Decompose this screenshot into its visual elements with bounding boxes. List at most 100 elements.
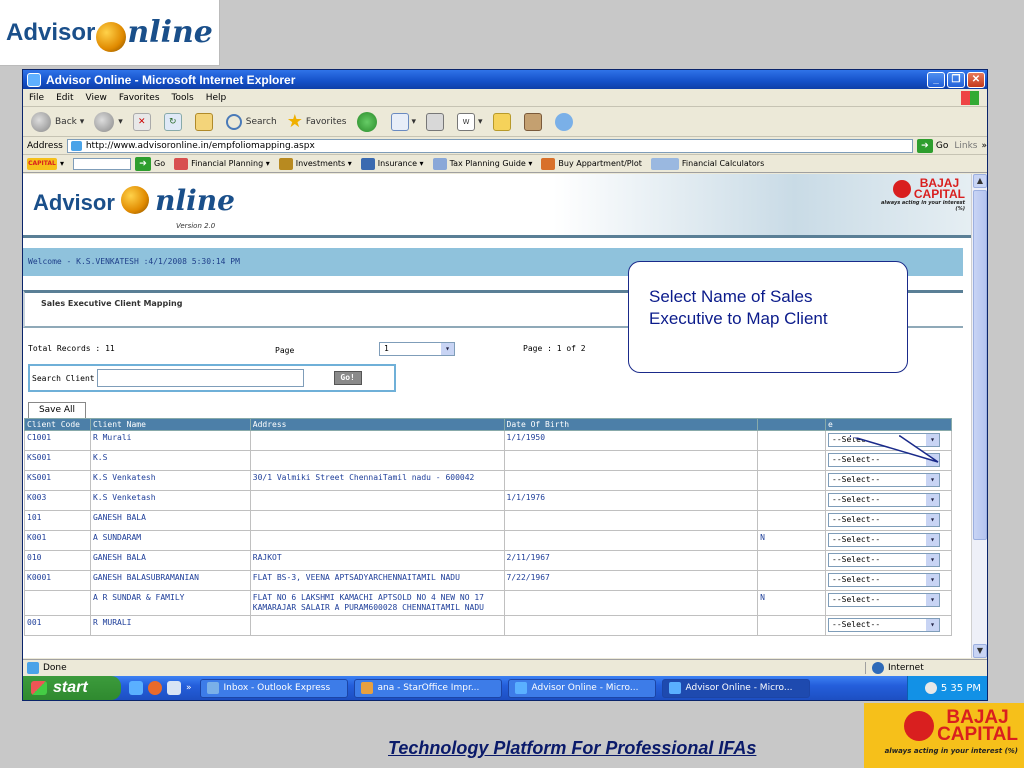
col-client-name[interactable]: Client Name [89,418,251,431]
status-done: Done [27,661,865,674]
menu-file[interactable]: File [29,93,44,103]
cell-client-code: KS001 [24,450,91,471]
sales-executive-select[interactable]: --Select-- [828,593,940,607]
staroffice-icon [360,682,373,694]
cell-flag [757,510,826,531]
sales-executive-select[interactable]: --Select-- [828,493,940,507]
links-search-input[interactable] [73,157,132,170]
sales-executive-select[interactable]: --Select-- [828,618,940,632]
cell-client-name: A R SUNDAR & FAMILY [89,590,251,616]
task-advisor-online-2[interactable]: Advisor Online - Micro... [661,678,810,698]
link-investments[interactable]: Investments ▾ [278,157,352,170]
internet-globe-icon [872,661,884,674]
history-button[interactable] [356,111,381,132]
outlook-icon [206,682,219,694]
ie-icon [514,682,527,694]
scroll-up-icon[interactable]: ▲ [973,174,987,188]
status-zone: Internet [865,661,987,674]
save-all-button[interactable]: Save All [28,402,86,418]
cell-flag [757,570,826,591]
investments-icon [278,157,293,170]
table-row: K003 K.S Venketash 1/1/1976 --Select-- [24,490,952,511]
sales-executive-select[interactable]: --Select-- [828,473,940,487]
print-button[interactable] [426,112,447,131]
logo-advisor-text: Advisor [6,18,96,46]
ie-quicklaunch-icon[interactable] [129,681,143,695]
cell-sales-executive: --Select-- [825,590,952,616]
col-client-code[interactable]: Client Code [24,418,91,431]
menu-bar: File Edit View Favorites Tools Help [23,89,987,107]
sales-executive-select[interactable]: --Select-- [828,513,940,527]
home-icon [194,112,213,131]
cell-client-code: K0001 [24,570,91,591]
bajaj-capital-logo: BAJAJ CAPITAL always acting in your inter… [875,177,965,212]
url-field[interactable]: http://www.advisoronline.in/empfoliomapp… [66,138,913,153]
link-financial-planning[interactable]: Financial Planning ▾ [174,157,270,170]
cell-address: FLAT BS-3, VEENA APTSADYARCHENNAITAMIL N… [249,570,505,591]
close-button[interactable]: ✕ [967,71,985,88]
table-row: A R SUNDAR & FAMILY FLAT NO 6 LAKSHMI KAM… [24,590,952,616]
page-select[interactable]: 1 [379,342,455,356]
links-brand[interactable]: CAPITAL ▾ [27,157,64,170]
link-insurance[interactable]: Insurance ▾ [360,157,424,170]
sales-executive-select[interactable]: --Select-- [828,553,940,567]
search-go-button[interactable]: Go! [333,371,362,385]
callout-line-1: Select Name of Sales [649,287,813,306]
menu-view[interactable]: View [86,93,107,103]
stop-icon: ✕ [132,112,151,131]
sales-executive-select[interactable]: --Select-- [828,453,940,467]
link-tax-planning[interactable]: Tax Planning Guide ▾ [432,157,532,170]
media-quicklaunch-icon[interactable] [148,681,162,695]
maximize-button[interactable]: ❐ [947,71,965,88]
site-logo[interactable]: Advisor nline [33,182,235,217]
tray-icon[interactable] [924,682,937,694]
minimize-button[interactable]: _ [927,71,945,88]
task-outlook-express[interactable]: Inbox - Outlook Express [199,678,348,698]
task-advisor-online-1[interactable]: Advisor Online - Micro... [507,678,656,698]
scroll-thumb[interactable] [973,190,987,540]
favorites-button[interactable]: ★ Favorites [287,111,347,132]
window-title: Advisor Online - Microsoft Internet Expl… [46,72,296,87]
col-date-of-birth[interactable]: Date Of Birth [503,418,759,431]
menu-tools[interactable]: Tools [172,93,194,103]
sales-executive-select[interactable]: --Select-- [828,533,940,547]
search-client-input[interactable] [96,369,304,387]
forward-button[interactable]: ▾ [94,111,123,132]
cell-address: RAJKOT [249,550,505,571]
menu-favorites[interactable]: Favorites [119,93,160,103]
search-button[interactable]: Search [225,113,277,130]
links-search-box[interactable]: ➔ Go [73,156,165,171]
links-label[interactable]: Links [954,141,977,151]
task-staroffice[interactable]: ana - StarOffice Impr... [353,678,502,698]
back-button[interactable]: Back ▾ [31,111,84,132]
cell-sales-executive: --Select-- [825,450,952,471]
vertical-scrollbar[interactable]: ▲ ▼ [971,174,987,658]
cell-date-of-birth: 1/1/1976 [503,490,759,511]
folder-button[interactable] [492,112,514,131]
messenger-button[interactable] [554,112,576,131]
mail-button[interactable]: ▾ [390,112,416,131]
history-icon [356,111,377,132]
back-arrow-icon [31,111,51,132]
menu-help[interactable]: Help [206,93,227,103]
standard-toolbar: Back ▾ ▾ ✕ ↻ Search ★ Favorites ▾ W ▾ [23,107,987,137]
research-button[interactable] [523,112,545,131]
address-go-button[interactable]: ➔ Go [916,138,948,153]
sales-executive-select[interactable]: --Select-- [828,433,940,447]
link-buy-appartment[interactable]: Buy Appartment/Plot [541,157,642,170]
cell-flag: N [757,530,826,551]
link-financial-calculators[interactable]: Financial Calculators [650,157,764,170]
chevron-right-icon[interactable]: » [981,141,987,151]
sales-executive-select[interactable]: --Select-- [828,573,940,587]
scroll-down-icon[interactable]: ▼ [973,644,987,658]
menu-edit[interactable]: Edit [56,93,73,103]
col-address[interactable]: Address [249,418,505,431]
desktop-quicklaunch-icon[interactable] [167,681,181,695]
home-button[interactable] [194,112,216,131]
quicklaunch-more-icon[interactable]: » [186,683,192,693]
cell-address [249,490,505,511]
stop-button[interactable]: ✕ [132,112,154,131]
start-button[interactable]: start [23,676,121,700]
refresh-button[interactable]: ↻ [163,112,185,131]
edit-button[interactable]: W ▾ [457,112,483,131]
